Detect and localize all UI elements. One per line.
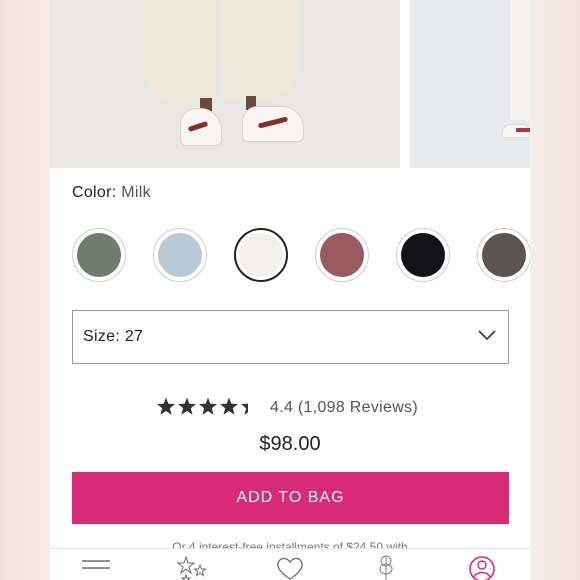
tab-lavender[interactable]: [368, 555, 404, 580]
tab-wishlist[interactable]: [272, 555, 308, 580]
swatch-sage-green[interactable]: [72, 228, 126, 282]
swatch-charcoal[interactable]: [477, 228, 530, 282]
swatch-fill: [158, 233, 202, 277]
rating-star: [156, 397, 176, 415]
background-left: [0, 0, 50, 580]
tab-menu[interactable]: [80, 555, 116, 580]
next-sneaker-stripe: [516, 128, 530, 132]
product-photo-next[interactable]: [410, 0, 530, 168]
chevron-down-icon: [478, 330, 496, 341]
swatch-fill: [401, 233, 445, 277]
swatch-fill: [320, 233, 364, 277]
color-label: Color:: [72, 184, 117, 201]
rating-star: [219, 397, 239, 415]
heart-icon: [277, 557, 303, 580]
rating-stars-icon: [156, 397, 248, 415]
menu-icon: [82, 560, 110, 569]
pant-leg-right: [222, 0, 298, 100]
bottom-tab-bar: [50, 548, 530, 580]
stars-icon: [176, 555, 207, 580]
product-rating[interactable]: 4.4 (1,098 Reviews): [50, 396, 530, 420]
swatch-milk[interactable]: [234, 228, 288, 282]
size-dropdown[interactable]: Size: 27: [72, 310, 509, 364]
next-pant-leg: [510, 0, 530, 120]
add-to-bag-button[interactable]: ADD TO BAG: [72, 472, 509, 524]
swatch-fill: [482, 233, 526, 277]
color-swatches: [72, 228, 530, 282]
lavender-icon: [379, 555, 393, 580]
account-icon: [469, 556, 495, 580]
rating-text[interactable]: 4.4 (1,098 Reviews): [270, 399, 418, 417]
swatch-fill: [239, 233, 283, 277]
product-price: $98.00: [259, 433, 321, 455]
rating-star: [177, 397, 197, 415]
swatch-mauve[interactable]: [315, 228, 369, 282]
color-selection-label: Color: Milk: [72, 184, 151, 202]
phone-screen: Color: Milk Size: 27 4.4 (1,098 Reviews)…: [50, 0, 530, 580]
background-right: [530, 0, 580, 580]
swatch-fill: [77, 233, 121, 277]
color-value: Milk: [121, 184, 151, 201]
rating-star: [198, 397, 218, 415]
tab-account[interactable]: [464, 555, 500, 580]
swatch-light-denim[interactable]: [153, 228, 207, 282]
pant-leg-left: [144, 0, 216, 105]
swatch-black[interactable]: [396, 228, 450, 282]
size-value: Size: 27: [83, 328, 144, 345]
rating-star: [240, 402, 248, 415]
product-gallery[interactable]: [50, 0, 530, 168]
product-photo[interactable]: [50, 0, 400, 168]
tab-rewards[interactable]: [176, 555, 212, 580]
